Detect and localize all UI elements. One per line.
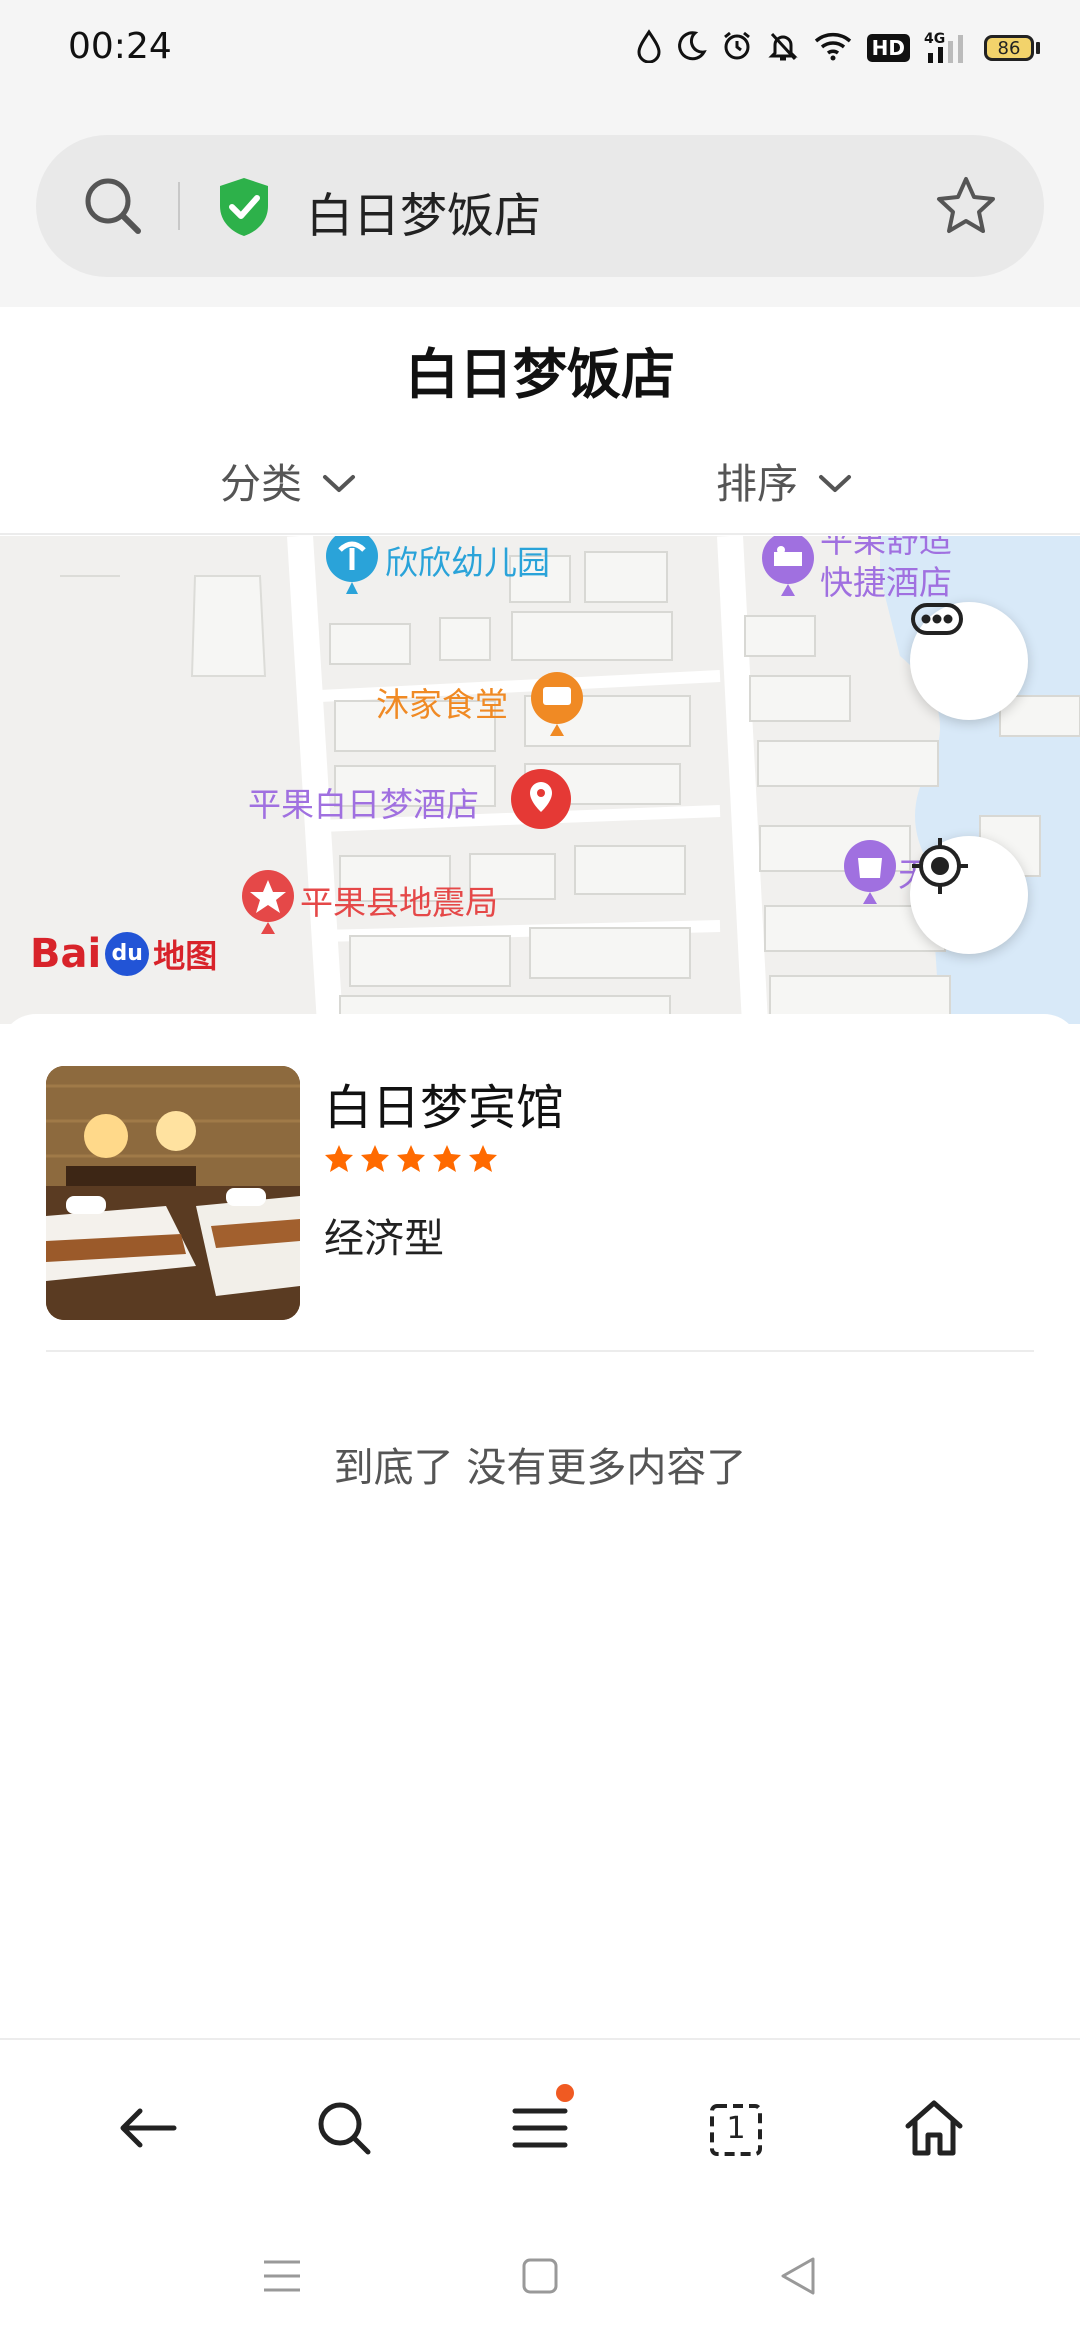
hotel-marker xyxy=(762,536,814,596)
battery-indicator: 86 xyxy=(984,35,1040,61)
card-divider xyxy=(46,1350,1034,1352)
chevron-down-icon xyxy=(322,456,356,504)
map-view[interactable]: 欣欣幼儿园 沐家食堂 平果白日梦酒店 平果县地震局 平果舒适 快捷酒店 天 Ba… xyxy=(0,536,1080,1024)
sort-filter-label: 排序 xyxy=(716,460,798,508)
search-icon xyxy=(315,2099,373,2161)
logo-text-du: du xyxy=(105,932,150,976)
locate-button[interactable] xyxy=(910,836,1028,954)
browser-bottom-nav: 1 xyxy=(0,2040,1080,2210)
bell-off-icon xyxy=(767,30,799,66)
address-text[interactable]: 白日梦饭店 xyxy=(306,177,541,246)
sort-filter[interactable]: 排序 xyxy=(716,448,852,512)
hotel-type: 经济型 xyxy=(324,1216,444,1262)
recent-apps-button[interactable] xyxy=(250,2246,314,2310)
back-nav-button[interactable] xyxy=(766,2246,830,2310)
end-of-list-message: 到底了 没有更多内容了 xyxy=(333,1445,747,1491)
status-icons: HD 4G 86 xyxy=(635,24,1040,72)
notification-dot xyxy=(556,2084,574,2102)
tabs-button[interactable]: 1 xyxy=(686,2080,786,2180)
shield-check-icon[interactable] xyxy=(216,176,272,242)
baidu-map-logo: Bai du 地图 xyxy=(30,931,217,977)
home-square-icon xyxy=(521,2257,559,2299)
poi-label-express-hotel[interactable]: 快捷酒店 xyxy=(820,556,952,604)
menu-button[interactable] xyxy=(490,2080,590,2180)
star-filled-icon xyxy=(433,1145,461,1172)
star-filled-icon xyxy=(469,1145,497,1172)
search-button[interactable] xyxy=(294,2080,394,2180)
seismic-bureau-marker xyxy=(242,870,294,934)
poi-label-hotel[interactable]: 平果白日梦酒店 xyxy=(248,778,479,826)
moon-icon xyxy=(677,30,707,66)
star-filled-icon xyxy=(361,1145,389,1172)
water-drop-icon xyxy=(635,29,663,67)
shop-marker xyxy=(844,840,896,904)
back-button[interactable] xyxy=(98,2080,198,2180)
star-filled-icon xyxy=(397,1145,425,1172)
star-icon[interactable] xyxy=(934,174,998,242)
map-more-button[interactable] xyxy=(910,602,1028,720)
location-marker xyxy=(511,769,571,829)
recent-apps-icon xyxy=(262,2258,302,2298)
hotel-name[interactable]: 白日梦宾馆 xyxy=(324,1068,564,1138)
search-icon[interactable] xyxy=(80,173,146,243)
hotel-photo[interactable] xyxy=(46,1066,300,1320)
category-filter[interactable]: 分类 xyxy=(220,448,356,512)
tabs-icon: 1 xyxy=(709,2103,763,2157)
hd-badge: HD xyxy=(866,34,910,62)
poi-label-seismic-bureau[interactable]: 平果县地震局 xyxy=(300,876,498,924)
category-filter-label: 分类 xyxy=(220,460,302,508)
star-filled-icon xyxy=(325,1145,353,1172)
home-icon xyxy=(904,2099,964,2161)
hotel-result-card[interactable]: 白日梦宾馆 经济型 xyxy=(46,1066,1034,1352)
chevron-down-icon xyxy=(818,456,852,504)
kindergarten-marker xyxy=(326,536,378,594)
address-divider xyxy=(178,182,180,230)
status-time: 00:24 xyxy=(68,26,172,67)
system-nav-bar xyxy=(0,2210,1080,2340)
poi-label-restaurant[interactable]: 沐家食堂 xyxy=(376,678,508,726)
back-triangle-icon xyxy=(779,2256,817,2300)
alarm-icon xyxy=(721,30,753,66)
hotel-rating xyxy=(324,1144,498,1174)
header-divider xyxy=(0,533,1080,535)
logo-text-bai: Bai xyxy=(30,931,102,977)
signal-icon: 4G xyxy=(924,31,970,65)
home-button[interactable] xyxy=(884,2080,984,2180)
battery-level: 86 xyxy=(984,35,1034,61)
logo-text-map: 地图 xyxy=(153,937,218,975)
tab-count: 1 xyxy=(726,2111,746,2146)
home-nav-button[interactable] xyxy=(508,2246,572,2310)
menu-icon xyxy=(512,2106,568,2154)
page-title: 白日梦饭店 xyxy=(405,343,675,406)
back-arrow-icon xyxy=(118,2106,178,2154)
wifi-icon xyxy=(813,31,853,65)
poi-label-kindergarten[interactable]: 欣欣幼儿园 xyxy=(385,536,550,584)
